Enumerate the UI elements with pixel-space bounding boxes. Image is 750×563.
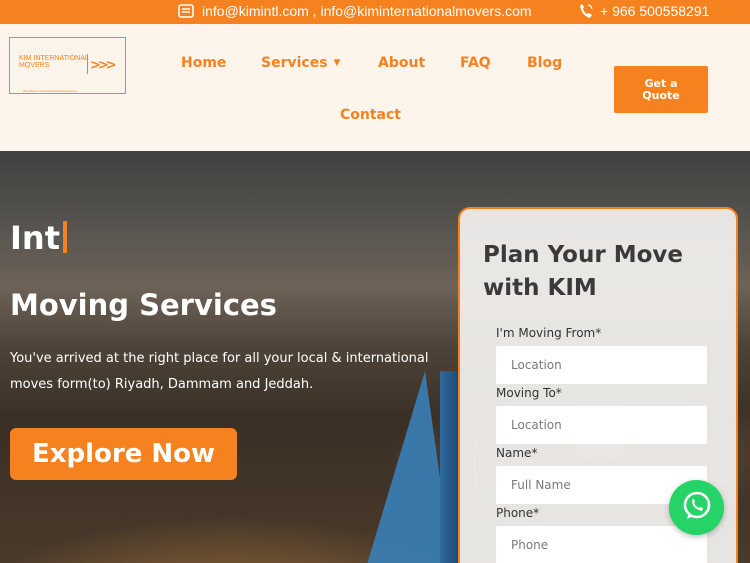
- moving-to-input[interactable]: [496, 406, 707, 444]
- get-quote-label: Get a Quote: [642, 76, 680, 102]
- phone-input[interactable]: [496, 526, 707, 563]
- get-quote-button[interactable]: Get a Quote: [614, 66, 708, 113]
- logo-tagline: We deliver everything Everything Always: [23, 89, 77, 93]
- explore-now-button[interactable]: Explore Now: [10, 428, 237, 480]
- moving-from-input[interactable]: [496, 346, 707, 384]
- email-addresses[interactable]: info@kimintl.com , info@kiminternational…: [202, 3, 532, 19]
- hero-description: You've arrived at the right place for al…: [10, 351, 429, 392]
- nav-faq[interactable]: FAQ: [460, 55, 491, 71]
- phone-number[interactable]: + 966 500558291: [600, 3, 709, 19]
- chevrons-icon: >>>: [90, 58, 117, 73]
- moving-to-label: Moving To*: [496, 386, 562, 400]
- nav-blog[interactable]: Blog: [527, 55, 562, 71]
- site-header: KIM INTERNATIONAL MOVERS >>> We deliver …: [0, 24, 750, 151]
- name-label: Name*: [496, 446, 538, 460]
- logo[interactable]: KIM INTERNATIONAL MOVERS >>> We deliver …: [9, 37, 126, 94]
- hero-typed-word: Int: [10, 219, 60, 257]
- email-icon: [178, 3, 194, 19]
- logo-text: KIM INTERNATIONAL MOVERS: [19, 55, 89, 69]
- phone-icon: [579, 3, 593, 19]
- moving-from-label: I'm Moving From*: [496, 326, 602, 340]
- form-title: Plan Your Move with KIM: [483, 242, 683, 301]
- phone-contact[interactable]: + 966 500558291: [579, 3, 709, 19]
- top-contact-bar: info@kimintl.com , info@kiminternational…: [0, 0, 750, 24]
- nav-services-label: Services: [261, 55, 328, 71]
- hero-typed-text: Int: [10, 218, 67, 258]
- chevron-down-icon: ▼: [333, 58, 341, 68]
- nav-services[interactable]: Services ▼: [261, 55, 340, 71]
- tower-graphic-side: [440, 371, 460, 563]
- email-contact[interactable]: info@kimintl.com , info@kiminternational…: [178, 3, 532, 19]
- logo-divider: [87, 54, 88, 74]
- nav-about[interactable]: About: [378, 55, 425, 71]
- hero-title: Moving Services: [10, 288, 277, 322]
- typing-cursor: [62, 221, 67, 253]
- whatsapp-icon: [680, 489, 714, 527]
- nav-contact[interactable]: Contact: [340, 107, 401, 123]
- nav-home[interactable]: Home: [181, 55, 226, 71]
- whatsapp-button[interactable]: [669, 480, 724, 535]
- phone-label: Phone*: [496, 506, 540, 520]
